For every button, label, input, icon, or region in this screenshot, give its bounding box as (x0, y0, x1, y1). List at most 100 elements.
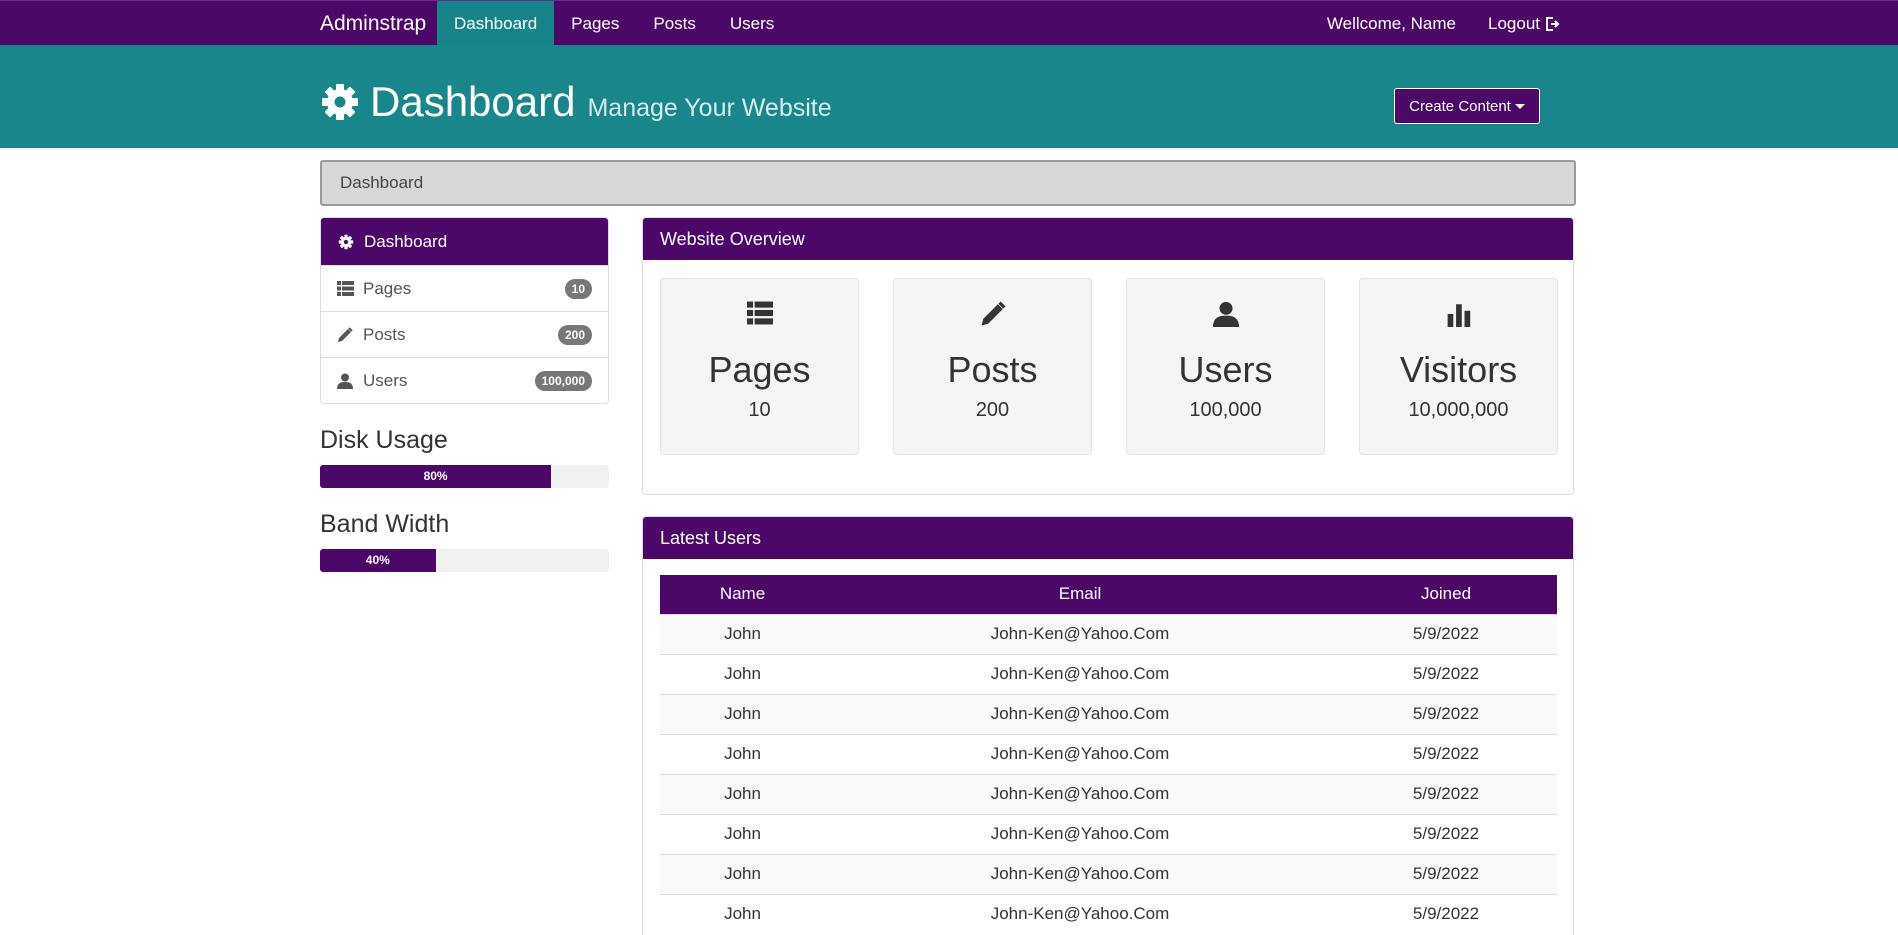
cell-name: John (660, 893, 825, 934)
cell-joined: 5/9/2022 (1335, 853, 1557, 894)
cell-joined: 5/9/2022 (1335, 893, 1557, 934)
users-table: Name Email Joined John John-Ken@Yahoo.Co… (660, 575, 1557, 934)
sidebar-item-label: Users (363, 370, 408, 390)
disk-usage-progress-fill: 80% (320, 465, 552, 488)
column-header-name[interactable]: Name (660, 575, 825, 614)
cell-name: John (660, 773, 825, 814)
cell-joined: 5/9/2022 (1335, 613, 1557, 654)
sidebar-item-users[interactable]: Users 100,000 (321, 357, 608, 403)
stat-label: Users (1178, 349, 1273, 390)
table-row[interactable]: John John-Ken@Yahoo.Com 5/9/2022 (660, 693, 1557, 734)
cell-joined: 5/9/2022 (1335, 733, 1557, 774)
stat-value: 10,000,000 (1408, 399, 1509, 421)
gear-icon (338, 233, 356, 251)
create-content-label: Create Content (1409, 97, 1511, 115)
website-overview-panel: Website Overview Pages 10 Posts 200 User… (642, 217, 1574, 495)
cell-joined: 5/9/2022 (1335, 773, 1557, 814)
table-row[interactable]: John John-Ken@Yahoo.Com 5/9/2022 (660, 773, 1557, 814)
main-nav: Dashboard Pages Posts Users (437, 1, 791, 46)
sidebar: Dashboard Pages 10 Posts 200 Users 100,0… (320, 217, 609, 572)
cell-email: John-Ken@Yahoo.Com (825, 853, 1335, 894)
cell-name: John (660, 693, 825, 734)
cell-name: John (660, 613, 825, 654)
sidebar-menu: Dashboard Pages 10 Posts 200 Users 100,0… (320, 217, 609, 404)
sidebar-item-pages[interactable]: Pages 10 (321, 265, 608, 311)
cell-joined: 5/9/2022 (1335, 653, 1557, 694)
gear-icon (322, 84, 358, 120)
column-header-email[interactable]: Email (825, 575, 1335, 614)
breadcrumb: Dashboard (320, 160, 1576, 206)
stat-card-posts: Posts 200 (893, 278, 1092, 455)
sidebar-item-label: Pages (363, 278, 412, 298)
page-title: Dashboard Manage Your Website (320, 78, 832, 126)
top-navbar: Adminstrap Dashboard Pages Posts Users W… (0, 0, 1898, 46)
bandwidth-title: Band Width (320, 510, 450, 538)
cell-joined: 5/9/2022 (1335, 813, 1557, 854)
create-content-button[interactable]: Create Content (1394, 88, 1540, 124)
page-title-text: Dashboard (370, 78, 576, 125)
cell-name: John (660, 853, 825, 894)
pencil-icon (337, 326, 355, 344)
latest-users-panel: Latest Users Name Email Joined John John… (642, 516, 1574, 935)
cell-email: John-Ken@Yahoo.Com (825, 813, 1335, 854)
page-subtitle: Manage Your Website (587, 94, 832, 122)
cell-name: John (660, 653, 825, 694)
cell-email: John-Ken@Yahoo.Com (825, 773, 1335, 814)
cell-email: John-Ken@Yahoo.Com (825, 733, 1335, 774)
sidebar-item-label: Posts (363, 324, 406, 344)
logout-icon (1546, 16, 1560, 31)
column-header-joined[interactable]: Joined (1335, 575, 1557, 614)
table-row[interactable]: John John-Ken@Yahoo.Com 5/9/2022 (660, 853, 1557, 894)
nav-users[interactable]: Users (713, 1, 791, 46)
sidebar-item-dashboard[interactable]: Dashboard (321, 218, 608, 265)
stat-label: Visitors (1399, 349, 1518, 390)
nav-posts[interactable]: Posts (636, 1, 713, 46)
table-row[interactable]: John John-Ken@Yahoo.Com 5/9/2022 (660, 733, 1557, 774)
stat-card-pages: Pages 10 (660, 278, 859, 455)
user-icon (337, 372, 355, 390)
table-row[interactable]: John John-Ken@Yahoo.Com 5/9/2022 (660, 653, 1557, 694)
cell-email: John-Ken@Yahoo.Com (825, 613, 1335, 654)
list-icon (661, 301, 858, 331)
cell-email: John-Ken@Yahoo.Com (825, 693, 1335, 734)
table-row[interactable]: John John-Ken@Yahoo.Com 5/9/2022 (660, 813, 1557, 854)
table-row[interactable]: John John-Ken@Yahoo.Com 5/9/2022 (660, 613, 1557, 654)
cell-email: John-Ken@Yahoo.Com (825, 653, 1335, 694)
page-header: Dashboard Manage Your Website Create Con… (0, 45, 1898, 148)
bandwidth-progress: 40% (320, 549, 609, 572)
sidebar-item-label: Dashboard (364, 231, 448, 251)
nav-dashboard[interactable]: Dashboard (437, 1, 555, 46)
nav-pages[interactable]: Pages (554, 1, 636, 46)
brand-logo[interactable]: Adminstrap (320, 1, 426, 46)
stat-card-users: Users 100,000 (1126, 278, 1325, 455)
sidebar-item-posts[interactable]: Posts 200 (321, 311, 608, 357)
pencil-icon (894, 301, 1091, 331)
disk-usage-progress: 80% (320, 465, 609, 488)
count-badge: 200 (557, 324, 592, 345)
stat-value: 10 (748, 399, 771, 421)
stat-label: Pages (708, 349, 811, 390)
list-icon (337, 280, 355, 298)
logout-link[interactable]: Logout (1472, 1, 1576, 46)
table-row[interactable]: John John-Ken@Yahoo.Com 5/9/2022 (660, 893, 1557, 934)
user-icon (1127, 301, 1324, 331)
welcome-link[interactable]: Wellcome, Name (1311, 1, 1472, 46)
table-header-row: Name Email Joined (660, 575, 1557, 614)
stat-value: 200 (975, 399, 1010, 421)
cell-joined: 5/9/2022 (1335, 693, 1557, 734)
bar-chart-icon (1360, 301, 1557, 331)
caret-down-icon (1514, 103, 1525, 109)
bandwidth-progress-fill: 40% (320, 549, 436, 572)
count-badge: 10 (564, 278, 592, 299)
stat-value: 100,000 (1189, 399, 1262, 421)
logout-label: Logout (1488, 14, 1540, 33)
cell-email: John-Ken@Yahoo.Com (825, 893, 1335, 934)
cell-name: John (660, 733, 825, 774)
panel-title: Website Overview (643, 218, 1573, 260)
disk-usage-title: Disk Usage (320, 426, 448, 454)
stat-label: Posts (947, 349, 1038, 390)
panel-title: Latest Users (643, 517, 1573, 559)
stat-card-visitors: Visitors 10,000,000 (1359, 278, 1558, 455)
count-badge: 100,000 (534, 370, 592, 391)
cell-name: John (660, 813, 825, 854)
